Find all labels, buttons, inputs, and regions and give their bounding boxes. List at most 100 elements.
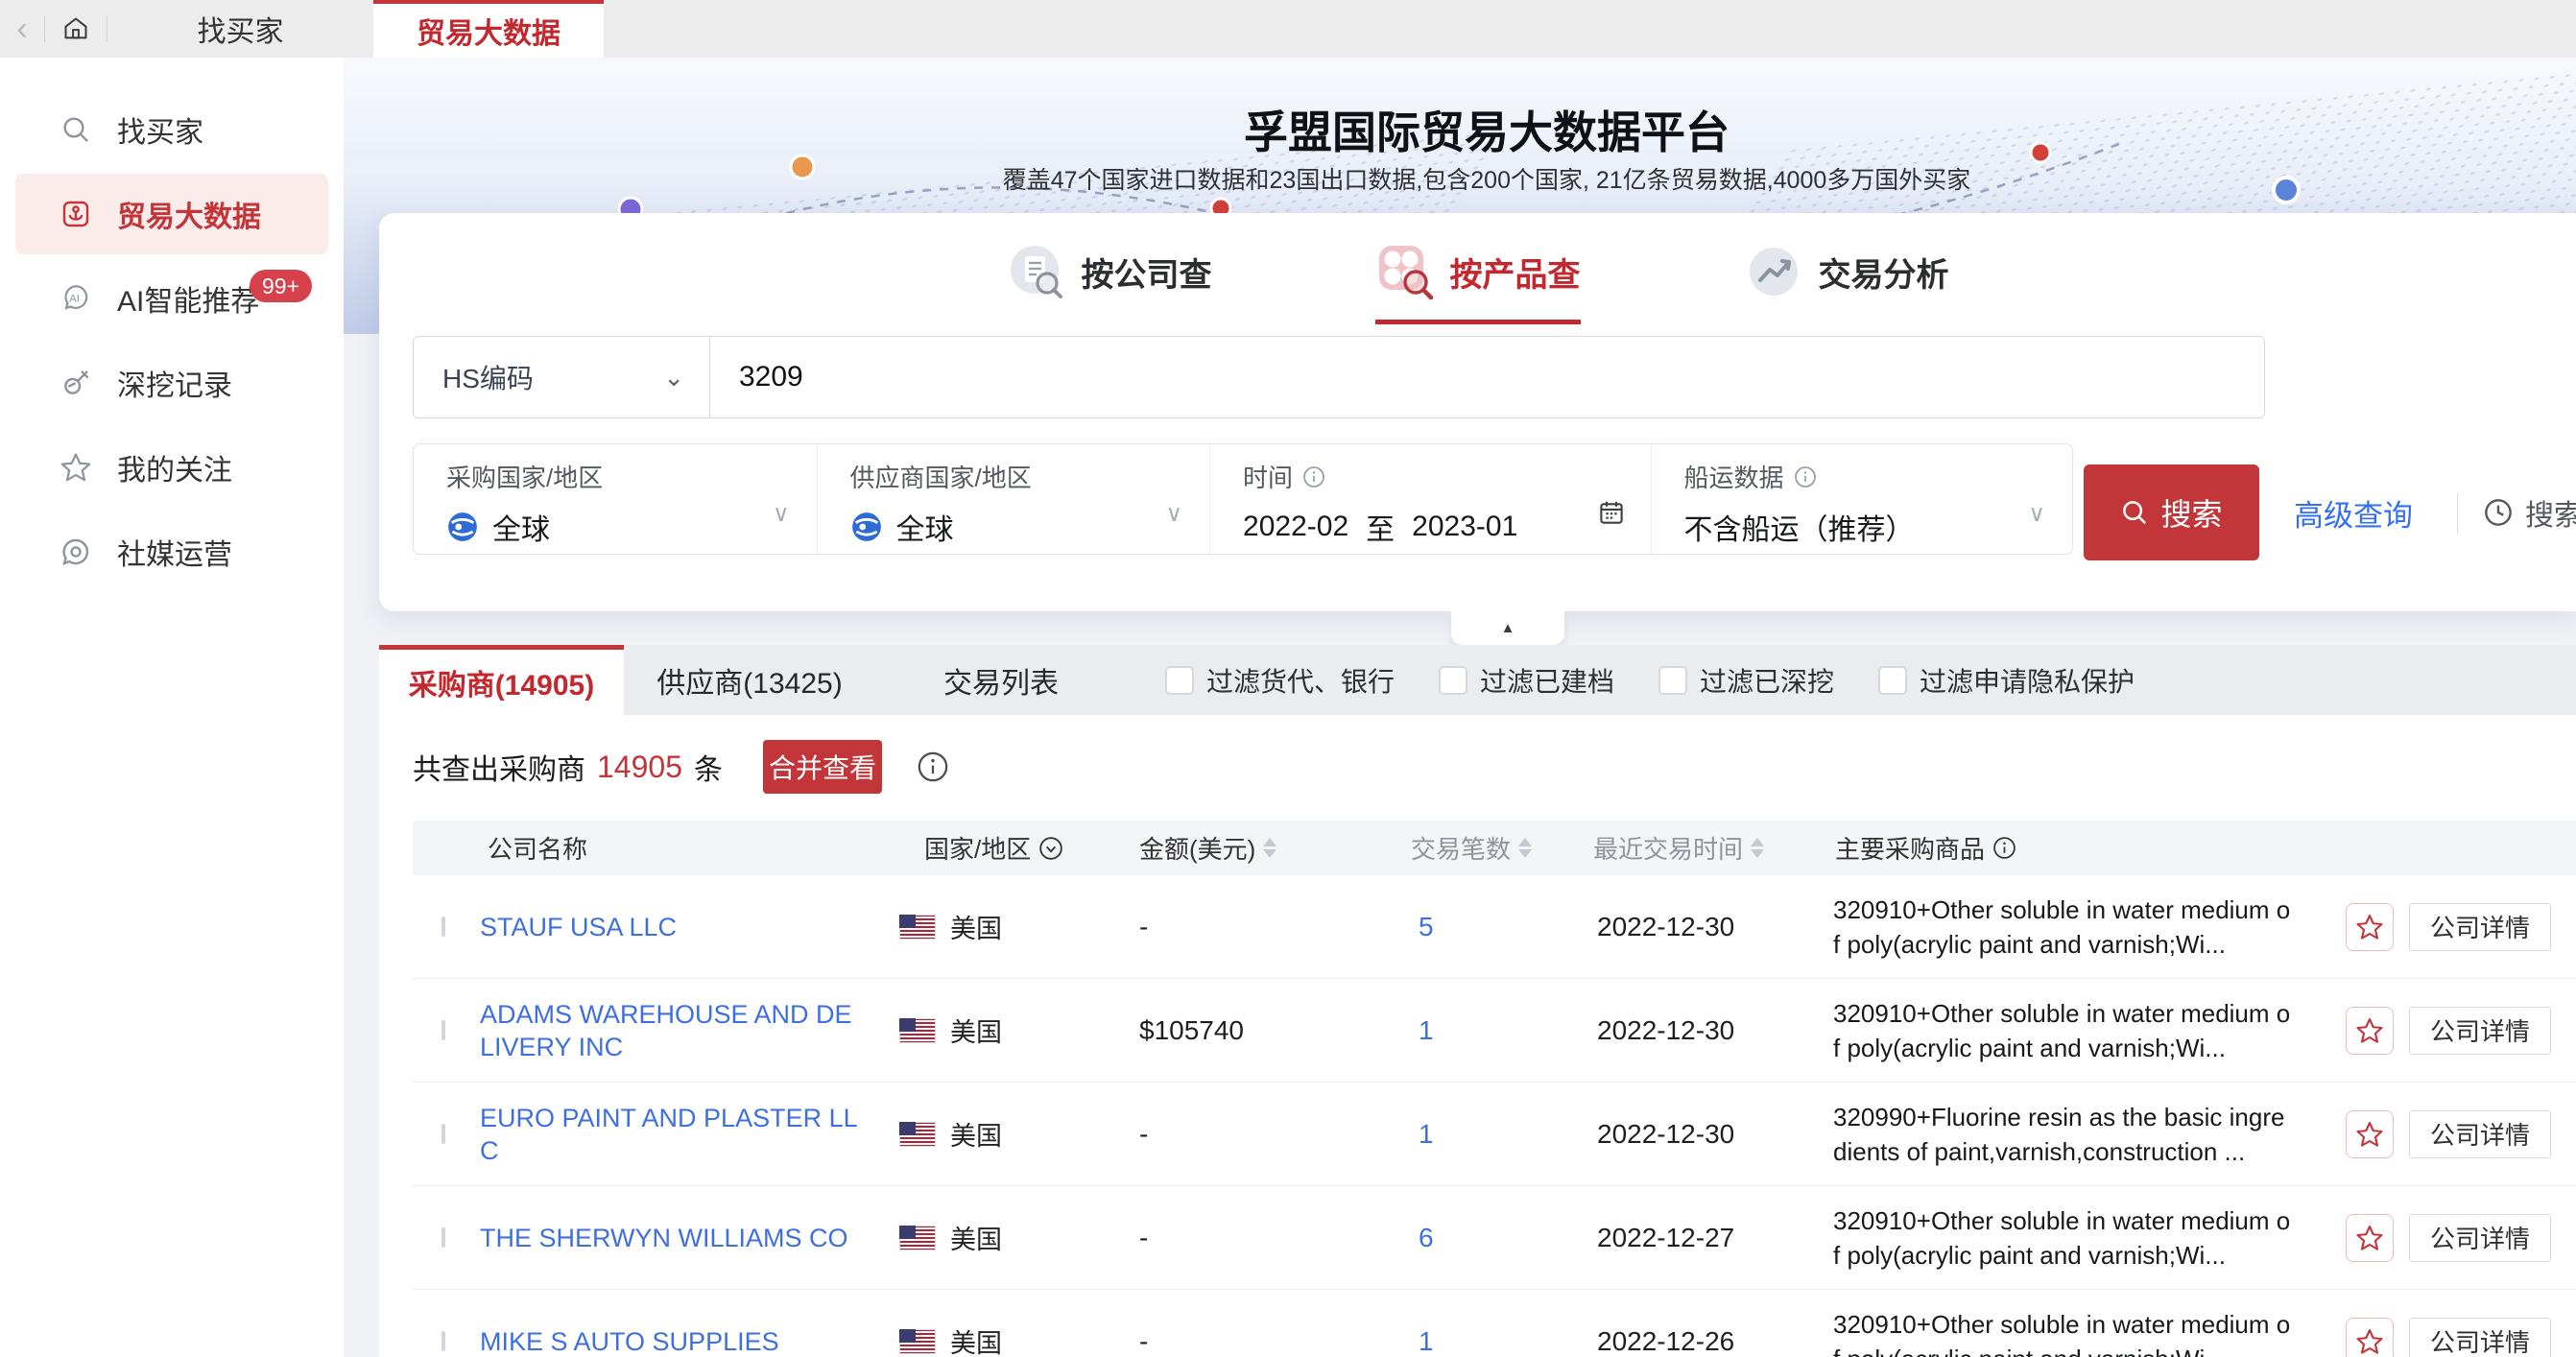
sidebar-item-label: 深挖记录 <box>117 362 232 404</box>
products-cell: 320910+Other soluble in water medium of … <box>1833 996 2296 1065</box>
column-header-country[interactable]: 国家/地区 <box>897 830 1137 866</box>
us-flag-icon <box>899 1226 936 1250</box>
row-checkbox[interactable] <box>441 917 445 937</box>
shipping-data-filter[interactable]: 船运数据 不含船运（推荐） ∨ <box>1651 444 2072 554</box>
table-row: ADAMS WAREHOUSE AND DELIVERY INC 美国 $105… <box>413 979 2576 1083</box>
company-link[interactable]: MIKE S AUTO SUPPLIES <box>480 1325 897 1357</box>
column-header-last-date[interactable]: 最近交易时间 <box>1593 830 1833 866</box>
clock-icon <box>2483 497 2514 528</box>
follow-star-button[interactable] <box>2346 903 2394 951</box>
company-detail-button[interactable]: 公司详情 <box>2409 1214 2551 1262</box>
buyer-country-filter[interactable]: 采购国家/地区 全球 ∨ <box>414 444 817 554</box>
top-tab-find-buyers[interactable]: 找买家 <box>107 0 373 58</box>
sort-icon <box>1518 838 1532 858</box>
row-checkbox[interactable] <box>441 1331 445 1351</box>
transactions-link[interactable]: 6 <box>1411 1223 1593 1253</box>
company-detail-button[interactable]: 公司详情 <box>2409 1007 2551 1055</box>
star-icon <box>2355 1120 2384 1149</box>
sidebar-item-my-follows[interactable]: 我的关注 <box>15 427 328 508</box>
home-icon <box>62 15 89 42</box>
us-flag-icon <box>899 1018 936 1043</box>
search-history-link[interactable]: 搜索记录 <box>2483 464 2576 560</box>
checkbox-icon <box>1439 666 1467 695</box>
back-button[interactable]: ‹ <box>0 0 44 58</box>
transactions-link[interactable]: 5 <box>1411 912 1593 942</box>
column-header-products: 主要采购商品 <box>1833 830 2323 866</box>
search-type-select[interactable]: HS编码 ⌄ <box>413 336 710 418</box>
platform-subtitle: 覆盖47个国家进口数据和23国出口数据,包含200个国家, 21亿条贸易数据,4… <box>370 161 2576 196</box>
tab-search-by-product[interactable]: 按产品查 <box>1375 242 1581 324</box>
company-detail-button[interactable]: 公司详情 <box>2409 903 2551 951</box>
column-header-amount[interactable]: 金额(美元) <box>1137 830 1411 866</box>
checkbox-label: 过滤已建档 <box>1480 661 1614 700</box>
follow-star-button[interactable] <box>2346 1214 2394 1262</box>
tab-search-by-company[interactable]: 按公司查 <box>1007 242 1212 324</box>
us-flag-icon <box>899 1329 936 1354</box>
last-date-cell: 2022-12-30 <box>1593 912 1833 942</box>
supplier-country-filter[interactable]: 供应商国家/地区 全球 ∨ <box>817 444 1210 554</box>
company-detail-button[interactable]: 公司详情 <box>2409 1110 2551 1158</box>
follow-star-button[interactable] <box>2346 1318 2394 1357</box>
products-cell: 320910+Other soluble in water medium of … <box>1833 1203 2296 1273</box>
sidebar-item-ai-recommend[interactable]: AI AI智能推荐 99+ <box>15 258 328 339</box>
row-checkbox[interactable] <box>441 1227 445 1248</box>
tab-transaction-list[interactable]: 交易列表 <box>875 645 1127 715</box>
top-tab-trade-big-data[interactable]: 贸易大数据 <box>373 0 604 58</box>
search-button[interactable]: 搜索 <box>2084 464 2259 560</box>
checkbox-label: 过滤已深挖 <box>1700 661 1834 700</box>
results-panel: 共查出采购商 14905 条 合并查看 公司名称 国家/地区 金额(美元) 交易… <box>379 715 2576 1357</box>
transactions-link[interactable]: 1 <box>1411 1119 1593 1150</box>
company-search-icon <box>1007 242 1066 301</box>
company-link[interactable]: ADAMS WAREHOUSE AND DELIVERY INC <box>480 998 897 1063</box>
time-range-filter[interactable]: 时间 2022-02 至 2023-01 <box>1209 444 1650 554</box>
company-detail-button[interactable]: 公司详情 <box>2409 1318 2551 1357</box>
company-link[interactable]: EURO PAINT AND PLASTER LLC <box>480 1102 897 1167</box>
follow-star-button[interactable] <box>2346 1007 2394 1055</box>
row-checkbox[interactable] <box>441 1020 445 1040</box>
table-row: MIKE S AUTO SUPPLIES 美国 - 1 2022-12-26 3… <box>413 1290 2576 1357</box>
company-link[interactable]: STAUF USA LLC <box>480 911 897 943</box>
checkbox-filter-forwarders-banks[interactable]: 过滤货代、银行 <box>1165 661 1395 700</box>
row-actions: 公司详情 <box>2323 1318 2576 1357</box>
star-icon <box>60 451 92 484</box>
row-checkbox[interactable] <box>441 1124 445 1144</box>
info-icon[interactable] <box>917 750 949 783</box>
search-icon <box>60 113 92 146</box>
keyword-input[interactable] <box>710 336 2265 418</box>
checkbox-filter-privacy-request[interactable]: 过滤申请隐私保护 <box>1878 661 2135 700</box>
result-count: 14905 <box>597 750 682 785</box>
collapse-panel-button[interactable]: ▲ <box>1451 611 1564 645</box>
checkbox-icon <box>1165 666 1194 695</box>
transactions-link[interactable]: 1 <box>1411 1326 1593 1357</box>
row-actions: 公司详情 <box>2323 1110 2576 1158</box>
products-cell: 320910+Other soluble in water medium of … <box>1833 893 2296 962</box>
advanced-query-link[interactable]: 高级查询 <box>2294 464 2413 560</box>
table-body: STAUF USA LLC 美国 - 5 2022-12-30 320910+O… <box>413 875 2576 1357</box>
globe-icon <box>446 511 479 543</box>
amount-cell: - <box>1137 1326 1411 1357</box>
sidebar-item-dig-records[interactable]: 深挖记录 <box>15 343 328 423</box>
sidebar-item-social-media[interactable]: 社媒运营 <box>15 512 328 592</box>
transactions-link[interactable]: 1 <box>1411 1015 1593 1046</box>
ai-recommend-count-badge: 99+ <box>250 270 312 302</box>
tab-buyers[interactable]: 采购商(14905) <box>379 645 624 715</box>
sidebar-item-find-buyers[interactable]: 找买家 <box>15 89 328 170</box>
table-row: EURO PAINT AND PLASTER LLC 美国 - 1 2022-1… <box>413 1083 2576 1186</box>
checkbox-filter-archived[interactable]: 过滤已建档 <box>1439 661 1614 700</box>
checkbox-filter-deep-dug[interactable]: 过滤已深挖 <box>1658 661 1834 700</box>
merge-view-button[interactable]: 合并查看 <box>763 740 882 794</box>
chevron-down-icon: ∨ <box>773 500 790 528</box>
us-flag-icon <box>899 915 936 940</box>
sidebar-item-trade-big-data[interactable]: 贸易大数据 <box>15 174 328 254</box>
tab-suppliers[interactable]: 供应商(13425) <box>624 645 875 715</box>
sidebar-item-label: 找买家 <box>117 108 203 151</box>
tab-label: 按产品查 <box>1450 249 1581 296</box>
follow-star-button[interactable] <box>2346 1110 2394 1158</box>
filter-bar: 采购国家/地区 全球 ∨ 供应商国家/地区 全球 ∨ 时间 <box>413 443 2073 555</box>
column-header-transactions[interactable]: 交易笔数 <box>1411 830 1593 866</box>
tab-transaction-analysis[interactable]: 交易分析 <box>1744 242 1949 324</box>
info-icon <box>1992 836 2016 860</box>
summary-suffix: 条 <box>694 746 723 788</box>
company-link[interactable]: THE SHERWYN WILLIAMS CO <box>480 1222 897 1254</box>
home-button[interactable] <box>45 0 107 58</box>
